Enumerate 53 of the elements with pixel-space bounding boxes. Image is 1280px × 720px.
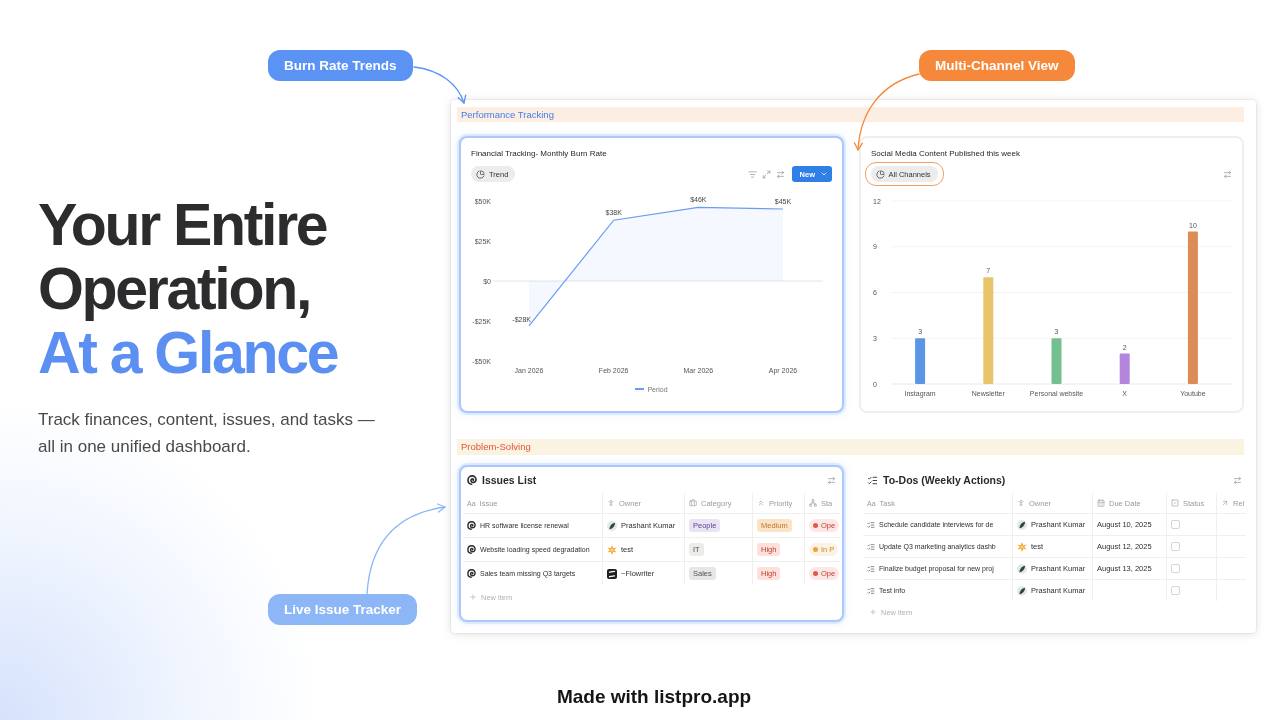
subtitle-text: Track finances, content, issues, and tasks — all in one unified dashboard. (38, 409, 376, 458)
spiral-icon (467, 545, 476, 554)
table-title: Issues List (482, 474, 537, 486)
double-chevron-icon (757, 499, 765, 507)
caret-icon (820, 170, 828, 178)
checklist-icon (867, 474, 878, 486)
headline-highlight-text: At a Glance (38, 321, 338, 385)
swap-arrows-icon[interactable] (775, 169, 785, 179)
checkbox[interactable] (1171, 564, 1180, 573)
checklist-icon (867, 564, 875, 573)
curved-arrow (413, 66, 467, 104)
swap-arrows-icon[interactable] (827, 475, 836, 485)
section-header: Problem-Solving (457, 439, 1244, 455)
plus-icon (469, 593, 477, 601)
expand-icon[interactable] (761, 169, 771, 179)
checklist-icon (867, 542, 875, 551)
chart-title: Financial Tracking- Monthly Burn Rate (471, 148, 607, 160)
burst-icon (607, 544, 617, 555)
callout-label: Multi-Channel View (919, 50, 1075, 81)
calendar-icon (1097, 499, 1105, 507)
leaf-avatar-icon (607, 520, 617, 531)
pie-chart-icon (476, 169, 485, 179)
checklist-icon (867, 520, 875, 529)
spiral-icon (467, 521, 476, 530)
checkbox[interactable] (1171, 520, 1180, 529)
spiral-icon (467, 569, 476, 578)
checkbox[interactable] (1171, 542, 1180, 551)
plus-icon (869, 608, 877, 616)
callout-label: Burn Rate Trends (268, 50, 413, 81)
footer-credit: Made with listpro.app (556, 685, 752, 709)
headline-text: Your Entire Operation, (38, 193, 328, 321)
pie-chart-icon (875, 169, 885, 179)
person-icon (1017, 499, 1025, 507)
callout-label: Live Issue Tracker (268, 594, 418, 625)
swap-arrows-icon[interactable] (1223, 169, 1232, 179)
arrow-up-right-icon (1221, 499, 1229, 507)
spiral-icon (467, 475, 477, 485)
person-icon (607, 499, 615, 507)
burst-icon (1017, 541, 1027, 552)
checklist-icon (867, 586, 875, 595)
leaf-avatar-icon (1017, 563, 1027, 574)
checkbox[interactable] (1171, 586, 1180, 595)
leaf-avatar-icon (1017, 519, 1027, 530)
checkbox-icon (1171, 499, 1179, 507)
leaf-avatar-icon (1017, 585, 1027, 596)
swap-arrows-icon[interactable] (1233, 475, 1242, 485)
filter-icon[interactable] (747, 169, 757, 179)
hierarchy-icon (809, 499, 817, 507)
section-header: Performance Tracking (457, 107, 1244, 122)
briefcase-icon (689, 499, 697, 507)
square-logo-icon (607, 568, 617, 579)
chart-title: Social Media Content Published this week (871, 148, 1020, 160)
table-title: To-Dos (Weekly Actions) (883, 474, 1006, 486)
